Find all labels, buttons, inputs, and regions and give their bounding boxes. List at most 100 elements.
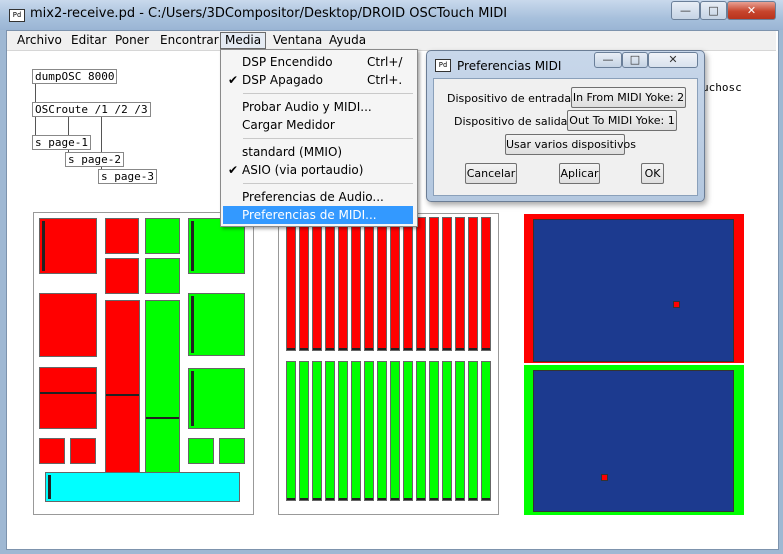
vertical-fader[interactable] <box>403 361 413 501</box>
toggle-pad[interactable] <box>145 218 180 254</box>
send-page-1-object[interactable]: s page-1 <box>32 135 91 150</box>
gop-page-3-bottom <box>524 365 744 515</box>
fader[interactable] <box>105 300 140 485</box>
dumposc-object[interactable]: dumpOSC 8000 <box>32 69 118 84</box>
vertical-fader[interactable] <box>286 361 296 501</box>
cancel-button[interactable]: Cancelar <box>465 163 517 184</box>
vertical-fader[interactable] <box>455 217 465 351</box>
menu-item-asio[interactable]: ✔ ASIO (via portaudio) <box>223 161 413 179</box>
fader[interactable] <box>145 300 180 485</box>
vertical-fader[interactable] <box>364 217 374 351</box>
gop-page-3-top <box>524 214 744 363</box>
vertical-fader[interactable] <box>377 361 387 501</box>
ok-button[interactable]: OK <box>641 163 664 184</box>
checkmark-icon: ✔ <box>228 163 239 177</box>
toggle-pad[interactable] <box>219 438 245 464</box>
vertical-fader[interactable] <box>299 217 309 351</box>
dialog-close-button[interactable]: ✕ <box>648 52 698 68</box>
toggle-pad[interactable] <box>105 218 139 254</box>
toggle-pad[interactable] <box>188 293 245 356</box>
toggle-pad[interactable] <box>188 438 214 464</box>
menu-bar: Archivo Editar Poner Encontrar Media Ven… <box>7 31 776 51</box>
send-page-3-object[interactable]: s page-3 <box>98 169 157 184</box>
vertical-fader[interactable] <box>325 361 335 501</box>
input-device-button[interactable]: In From MIDI Yoke: 2 <box>571 87 686 108</box>
menu-item-midi-prefs[interactable]: Preferencias de MIDI... <box>223 206 413 224</box>
menu-ayuda[interactable]: Ayuda <box>325 33 370 48</box>
vertical-fader[interactable] <box>442 361 452 501</box>
menu-encontrar[interactable]: Encontrar <box>156 33 223 48</box>
toggle-pad[interactable] <box>39 218 97 274</box>
menu-poner[interactable]: Poner <box>111 33 153 48</box>
menu-item-dsp-off[interactable]: ✔ DSP Apagado Ctrl+. <box>223 71 413 89</box>
oscroute-object[interactable]: OSCroute /1 /2 /3 <box>32 102 151 117</box>
menu-item-test-audio-midi[interactable]: Probar Audio y MIDI... <box>223 98 413 116</box>
dialog-maximize-button[interactable]: □ <box>622 52 648 68</box>
vertical-fader[interactable] <box>455 361 465 501</box>
vertical-fader[interactable] <box>312 217 322 351</box>
vertical-fader[interactable] <box>481 217 491 351</box>
toggle-pad[interactable] <box>145 258 180 294</box>
vertical-fader[interactable] <box>429 361 439 501</box>
menu-separator <box>243 138 413 139</box>
vertical-fader[interactable] <box>299 361 309 501</box>
vertical-fader[interactable] <box>325 217 335 351</box>
apply-button[interactable]: Aplicar <box>559 163 600 184</box>
toggle-pad[interactable] <box>105 258 139 294</box>
vertical-fader[interactable] <box>338 361 348 501</box>
toggle-pad[interactable] <box>188 368 245 429</box>
multiple-devices-button[interactable]: Usar varios dispositivos <box>505 134 636 155</box>
menu-editar[interactable]: Editar <box>67 33 111 48</box>
osc-object-partial: uchosc <box>702 81 742 94</box>
vertical-fader[interactable] <box>338 217 348 351</box>
vertical-fader[interactable] <box>390 361 400 501</box>
close-button[interactable]: ✕ <box>727 1 776 20</box>
vertical-fader[interactable] <box>429 217 439 351</box>
toggle-pad[interactable] <box>39 438 65 464</box>
vertical-fader[interactable] <box>351 361 361 501</box>
pd-icon: Pd <box>435 59 451 72</box>
menu-separator <box>243 93 413 94</box>
vertical-fader[interactable] <box>416 361 426 501</box>
menu-media[interactable]: Media <box>220 32 267 49</box>
input-device-label: Dispositivo de entrada 1: <box>447 92 586 105</box>
xy-pad-1[interactable] <box>533 219 734 362</box>
xy-pad-handle[interactable] <box>601 474 608 481</box>
slider-horizontal[interactable] <box>45 472 240 502</box>
xy-pad-2[interactable] <box>533 370 734 512</box>
vertical-fader[interactable] <box>468 217 478 351</box>
vertical-fader[interactable] <box>364 361 374 501</box>
maximize-button[interactable]: □ <box>700 1 727 20</box>
vertical-fader[interactable] <box>403 217 413 351</box>
minimize-button[interactable]: — <box>671 1 700 20</box>
output-device-button[interactable]: Out To MIDI Yoke: 1 <box>567 110 677 131</box>
vertical-fader[interactable] <box>312 361 322 501</box>
toggle-pad[interactable] <box>70 438 96 464</box>
pd-icon: Pd <box>9 9 25 22</box>
dialog-minimize-button[interactable]: — <box>594 52 622 68</box>
vertical-fader[interactable] <box>390 217 400 351</box>
toggle-pad[interactable] <box>39 293 97 357</box>
xy-pad-handle[interactable] <box>673 301 680 308</box>
toggle-pad[interactable] <box>39 367 97 429</box>
menu-archivo[interactable]: Archivo <box>13 33 66 48</box>
gop-page-1 <box>33 212 254 515</box>
vertical-fader[interactable] <box>286 217 296 351</box>
send-page-2-object[interactable]: s page-2 <box>65 152 124 167</box>
menu-ventana[interactable]: Ventana <box>269 33 326 48</box>
dialog-body: Dispositivo de entrada 1: In From MIDI Y… <box>433 78 698 196</box>
menu-separator <box>243 183 413 184</box>
menu-item-audio-prefs[interactable]: Preferencias de Audio... <box>223 188 413 206</box>
vertical-fader[interactable] <box>442 217 452 351</box>
vertical-fader[interactable] <box>377 217 387 351</box>
vertical-fader[interactable] <box>481 361 491 501</box>
patch-cord <box>35 117 36 136</box>
vertical-fader[interactable] <box>468 361 478 501</box>
menu-item-load-meter[interactable]: Cargar Medidor <box>223 116 413 134</box>
vertical-fader[interactable] <box>416 217 426 351</box>
vertical-fader[interactable] <box>351 217 361 351</box>
window-title: mix2-receive.pd - C:/Users/3DCompositor/… <box>30 6 508 21</box>
media-dropdown: DSP Encendido Ctrl+/ ✔ DSP Apagado Ctrl+. P… <box>220 49 418 227</box>
menu-item-standard-mmio[interactable]: standard (MMIO) <box>223 143 413 161</box>
menu-item-dsp-on[interactable]: DSP Encendido Ctrl+/ <box>223 53 413 71</box>
